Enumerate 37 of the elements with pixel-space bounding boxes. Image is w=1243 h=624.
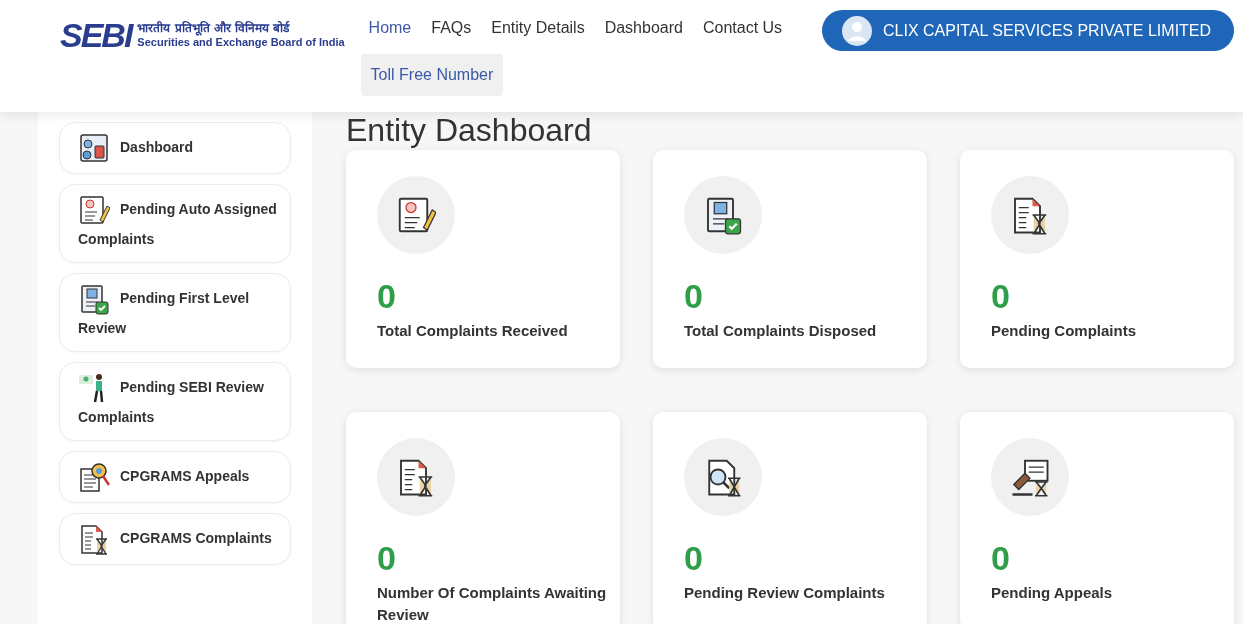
stat-label: Pending Review Complaints xyxy=(684,583,886,603)
stat-label: Total Complaints Received xyxy=(377,321,569,341)
sidebar-item[interactable]: Pending SEBI Review Complaints xyxy=(59,362,291,441)
user-avatar-icon xyxy=(842,15,872,46)
document-pen-icon xyxy=(78,194,110,226)
sidebar-item[interactable]: CPGRAMS Complaints xyxy=(59,513,291,565)
gavel-icon xyxy=(1010,457,1050,497)
logo: SEBI xyxy=(60,18,132,52)
stat-value: 0 xyxy=(377,538,397,578)
user-account-button[interactable]: CLIX CAPITAL SERVICES PRIVATE LIMITED xyxy=(822,10,1234,51)
stat-value: 0 xyxy=(991,538,1011,578)
nav-link[interactable]: Dashboard xyxy=(594,12,693,44)
sidebar-item[interactable]: Pending First Level Review xyxy=(59,273,291,352)
document-check-icon xyxy=(78,283,110,315)
stat-value: 0 xyxy=(684,538,704,578)
nav-link[interactable]: FAQs xyxy=(421,12,482,44)
sidebar-item[interactable]: Pending Auto Assigned Complaints xyxy=(59,184,291,263)
stat-label: Number Of Complaints Awaiting Review xyxy=(377,583,607,624)
logo-hindi-text: भारतीय प्रतिभूति और विनिमय बोर्ड xyxy=(137,21,291,36)
stat-label: Total Complaints Disposed xyxy=(684,321,878,341)
document-pen-icon xyxy=(396,195,436,235)
toll-free-button[interactable]: Toll Free Number xyxy=(360,54,504,96)
stat-label: Pending Complaints xyxy=(991,321,1137,341)
sidebar-item[interactable]: Dashboard xyxy=(59,122,291,174)
nav-link[interactable]: Contact Us xyxy=(692,12,793,44)
document-hourglass-icon xyxy=(78,523,110,555)
sidebar-item[interactable]: CPGRAMS Appeals xyxy=(59,451,291,503)
nav-link[interactable]: Entity Details xyxy=(481,12,595,44)
dashboard-icon xyxy=(78,132,110,164)
stat-value: 0 xyxy=(377,276,397,316)
page-title: Entity Dashboard xyxy=(346,112,593,148)
document-magnifier-icon xyxy=(78,461,110,493)
stat-label: Pending Appeals xyxy=(991,583,1114,603)
logo-english-text: Securities and Exchange Board of India xyxy=(137,36,345,49)
nav-link[interactable]: Home xyxy=(358,12,422,44)
stat-value: 0 xyxy=(991,276,1011,316)
stat-value: 0 xyxy=(684,276,704,316)
